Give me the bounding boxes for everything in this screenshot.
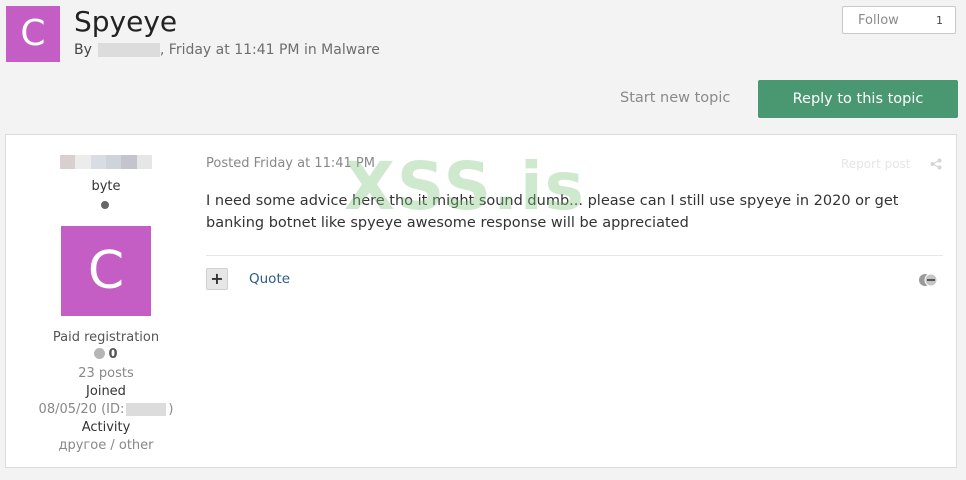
topic-meta: By , Friday at 11:41 PM in Malware	[74, 42, 380, 58]
reputation-count: 0	[108, 347, 118, 362]
author-group: Paid registration	[52, 330, 160, 345]
joined-value: 08/05/20 (ID:)	[6, 402, 206, 417]
reputation-dot-icon	[94, 348, 106, 359]
page-title: Spyeye	[74, 5, 178, 38]
multiquote-button[interactable]: +	[206, 268, 228, 290]
post-count[interactable]: 23 posts	[6, 366, 206, 381]
follow-label: Follow	[858, 13, 899, 28]
author-name-redacted[interactable]	[60, 155, 152, 169]
follow-button[interactable]: Follow 1	[842, 6, 956, 34]
post-body: I need some advice here tho it might sou…	[206, 193, 899, 231]
author-panel: byte C Paid registration 0 23 posts Join…	[6, 135, 206, 467]
topic-avatar[interactable]: C	[6, 6, 60, 62]
quote-button[interactable]: Quote	[249, 271, 290, 287]
topic-meta-text: , Friday at 11:41 PM in Malware	[159, 42, 380, 58]
joined-close: )	[168, 402, 174, 417]
reaction-icon[interactable]	[918, 273, 938, 287]
share-icon[interactable]	[930, 158, 942, 170]
avatar[interactable]: C	[61, 226, 151, 316]
by-label: By	[74, 42, 92, 58]
author-title: byte	[91, 179, 121, 194]
post: byte C Paid registration 0 23 posts Join…	[5, 134, 957, 468]
follow-count: 1	[936, 14, 943, 27]
author-name-redacted[interactable]	[97, 43, 160, 57]
reputation: 0	[6, 347, 206, 362]
joined-label: Joined	[86, 384, 126, 399]
post-date[interactable]: Posted Friday at 11:41 PM	[206, 156, 375, 171]
online-indicator-icon	[101, 201, 109, 209]
activity-value: другое / other	[58, 438, 154, 453]
report-post-link[interactable]: Report post	[841, 157, 911, 171]
user-id-redacted	[126, 403, 167, 416]
post-divider	[206, 255, 943, 256]
activity-label: Activity	[81, 420, 131, 435]
start-new-topic-button[interactable]: Start new topic	[620, 90, 730, 106]
joined-date: 08/05/20 (ID:	[38, 402, 125, 417]
topic-header: C Spyeye By , Friday at 11:41 PM in Malwa…	[0, 0, 966, 80]
reply-to-topic-button[interactable]: Reply to this topic	[758, 80, 958, 118]
